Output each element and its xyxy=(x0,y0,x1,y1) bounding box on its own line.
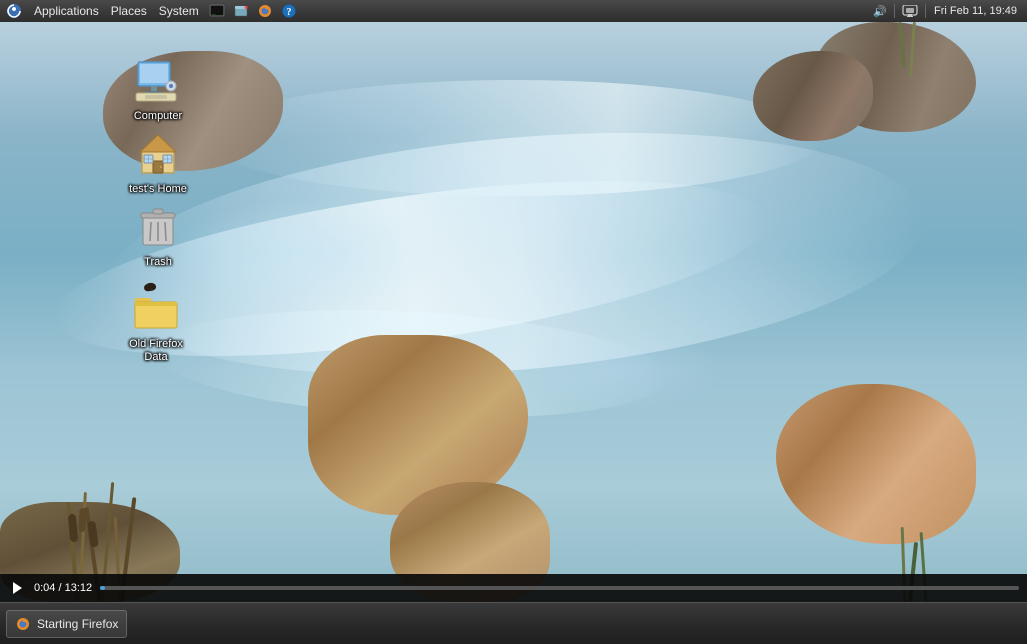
taskbar-firefox-icon xyxy=(15,616,31,632)
network-icon[interactable] xyxy=(899,5,921,17)
media-progress-fill xyxy=(100,586,105,590)
desktop-icon-computer[interactable]: Computer xyxy=(118,54,198,127)
folder-icon-image xyxy=(132,286,180,334)
datetime-display: Fri Feb 11, 19:49 xyxy=(930,5,1021,17)
terminal-icon[interactable]: _ xyxy=(207,1,227,21)
menu-system[interactable]: System xyxy=(153,0,205,22)
top-menu-bar: Applications Places System _ xyxy=(0,0,1027,22)
desktop-icon-old-firefox[interactable]: Old Firefox Data xyxy=(116,282,196,368)
media-bar: 0:04 / 13:12 xyxy=(0,574,1027,602)
svg-text:?: ? xyxy=(286,7,291,18)
svg-text:_: _ xyxy=(212,8,216,15)
taskbar-firefox-label: Starting Firefox xyxy=(37,617,118,631)
trash-icon-label: Trash xyxy=(144,256,172,269)
menu-applications[interactable]: Applications xyxy=(28,0,105,22)
topbar-right: 🔊 Fri Feb 11, 19:49 xyxy=(870,0,1027,22)
fedora-logo[interactable] xyxy=(4,1,24,21)
volume-icon[interactable]: 🔊 xyxy=(870,5,890,18)
computer-icon-image xyxy=(134,58,182,106)
media-time-display: 0:04 / 13:12 xyxy=(34,582,92,594)
firefox-icon[interactable] xyxy=(255,1,275,21)
taskbar: Starting Firefox xyxy=(0,602,1027,644)
desktop: Computer test's Home xyxy=(0,22,1027,602)
trash-icon-image xyxy=(134,204,182,252)
menu-places[interactable]: Places xyxy=(105,0,153,22)
tray-separator xyxy=(894,4,895,18)
topbar-left: Applications Places System _ xyxy=(0,0,301,22)
media-progress-bar[interactable] xyxy=(100,586,1019,590)
folder-icon-label: Old Firefox Data xyxy=(120,338,192,364)
computer-icon-label: Computer xyxy=(134,110,182,123)
taskbar-content: Starting Firefox xyxy=(0,610,1027,638)
tray-separator-2 xyxy=(925,4,926,18)
taskbar-firefox-item[interactable]: Starting Firefox xyxy=(6,610,127,638)
help-icon[interactable]: ? xyxy=(279,1,299,21)
media-play-button[interactable] xyxy=(8,579,26,597)
desktop-icon-trash[interactable]: Trash xyxy=(118,200,198,273)
files-icon[interactable] xyxy=(231,1,251,21)
home-icon-image xyxy=(134,131,182,179)
home-icon-label: test's Home xyxy=(129,183,187,196)
desktop-icon-home[interactable]: test's Home xyxy=(118,127,198,200)
